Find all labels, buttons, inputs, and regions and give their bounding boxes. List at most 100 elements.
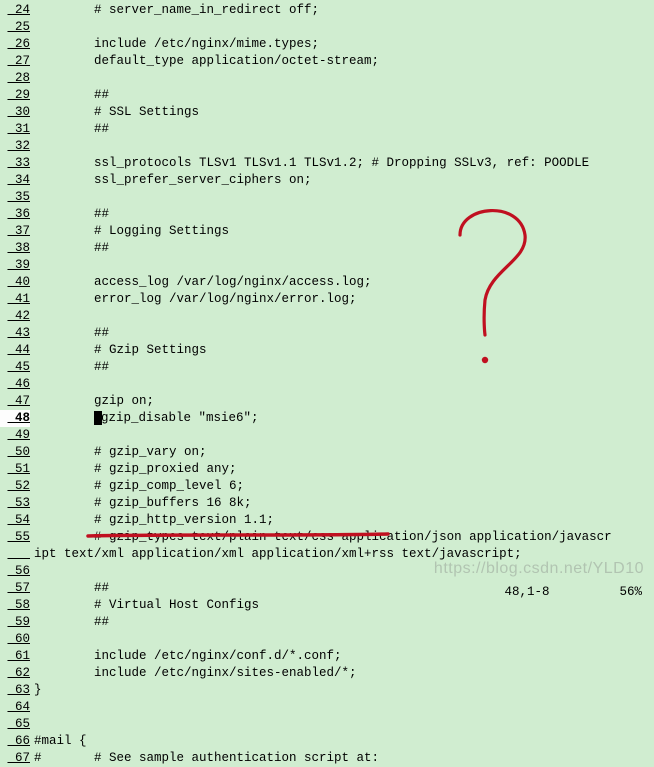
editor-viewport[interactable]: 24 # server_name_in_redirect off; 25 26 … — [0, 0, 654, 767]
code-line[interactable]: 54 # gzip_http_version 1.1; — [0, 512, 654, 529]
code-line[interactable]: 25 — [0, 19, 654, 36]
code-line[interactable]: 31 ## — [0, 121, 654, 138]
line-number: 36 — [0, 206, 30, 223]
code-text: # gzip_comp_level 6; — [34, 478, 654, 495]
line-number: 55 — [0, 529, 30, 546]
code-line[interactable]: 55 # gzip_types text/plain text/css appl… — [0, 529, 654, 546]
line-number: 63 — [0, 682, 30, 699]
code-line[interactable]: 27 default_type application/octet-stream… — [0, 53, 654, 70]
line-number: 54 — [0, 512, 30, 529]
code-line[interactable]: 58 # Virtual Host Configs — [0, 597, 654, 614]
code-text: # server_name_in_redirect off; — [34, 2, 654, 19]
line-number: 46 — [0, 376, 30, 393]
code-line[interactable]: 53 # gzip_buffers 16 8k; — [0, 495, 654, 512]
code-line[interactable]: 46 — [0, 376, 654, 393]
code-line[interactable]: 28 — [0, 70, 654, 87]
code-text: ## — [34, 359, 654, 376]
line-number: 66 — [0, 733, 30, 750]
vim-status-bar: 48,1-8 56% — [504, 585, 654, 599]
line-number: 59 — [0, 614, 30, 631]
code-text: #mail { — [34, 733, 654, 750]
code-line[interactable]: 29 ## — [0, 87, 654, 104]
code-line[interactable]: 34 ssl_prefer_server_ciphers on; — [0, 172, 654, 189]
code-line[interactable]: 38 ## — [0, 240, 654, 257]
code-line[interactable]: 41 error_log /var/log/nginx/error.log; — [0, 291, 654, 308]
line-number: 61 — [0, 648, 30, 665]
line-number: 38 — [0, 240, 30, 257]
code-line[interactable]: 36 ## — [0, 206, 654, 223]
code-text: include /etc/nginx/conf.d/*.conf; — [34, 648, 654, 665]
line-number: 24 — [0, 2, 30, 19]
code-line[interactable]: 24 # server_name_in_redirect off; — [0, 2, 654, 19]
line-number — [0, 546, 30, 563]
code-line[interactable]: 60 — [0, 631, 654, 648]
line-number: 65 — [0, 716, 30, 733]
code-line[interactable]: 51 # gzip_proxied any; — [0, 461, 654, 478]
code-line[interactable]: 50 # gzip_vary on; — [0, 444, 654, 461]
code-line[interactable]: 37 # Logging Settings — [0, 223, 654, 240]
line-number: 49 — [0, 427, 30, 444]
code-line[interactable]: 64 — [0, 699, 654, 716]
code-text — [34, 138, 654, 155]
code-text — [34, 19, 654, 36]
code-text: # SSL Settings — [34, 104, 654, 121]
code-line[interactable]: 52 # gzip_comp_level 6; — [0, 478, 654, 495]
line-number: 26 — [0, 36, 30, 53]
code-line[interactable]: 39 — [0, 257, 654, 274]
line-number: 44 — [0, 342, 30, 359]
code-line[interactable]: 26 include /etc/nginx/mime.types; — [0, 36, 654, 53]
code-line[interactable]: 67# # See sample authentication script a… — [0, 750, 654, 767]
line-number: 33 — [0, 155, 30, 172]
line-number: 28 — [0, 70, 30, 87]
code-line[interactable]: 47 gzip on; — [0, 393, 654, 410]
code-line[interactable]: 63} — [0, 682, 654, 699]
code-text: gzip on; — [34, 393, 654, 410]
line-number: 32 — [0, 138, 30, 155]
code-line[interactable]: 49 — [0, 427, 654, 444]
code-line[interactable]: 30 # SSL Settings — [0, 104, 654, 121]
code-line[interactable]: 33 ssl_protocols TLSv1 TLSv1.1 TLSv1.2; … — [0, 155, 654, 172]
line-number: 25 — [0, 19, 30, 36]
code-text — [34, 189, 654, 206]
code-line[interactable]: 42 — [0, 308, 654, 325]
line-number: 48 — [0, 410, 30, 427]
code-line[interactable]: 45 ## — [0, 359, 654, 376]
code-line[interactable]: 61 include /etc/nginx/conf.d/*.conf; — [0, 648, 654, 665]
code-text: # # See sample authentication script at: — [34, 750, 654, 767]
code-line[interactable]: 40 access_log /var/log/nginx/access.log; — [0, 274, 654, 291]
code-text: ## — [34, 121, 654, 138]
code-text: ## — [34, 240, 654, 257]
code-text: include /etc/nginx/mime.types; — [34, 36, 654, 53]
code-text: # Virtual Host Configs — [34, 597, 654, 614]
code-text: access_log /var/log/nginx/access.log; — [34, 274, 654, 291]
code-text — [34, 376, 654, 393]
code-text: include /etc/nginx/sites-enabled/*; — [34, 665, 654, 682]
code-text: ## — [34, 87, 654, 104]
code-line[interactable]: 43 ## — [0, 325, 654, 342]
code-line[interactable]: 44 # Gzip Settings — [0, 342, 654, 359]
code-line[interactable]: 32 — [0, 138, 654, 155]
code-text: # gzip_proxied any; — [34, 461, 654, 478]
code-text: error_log /var/log/nginx/error.log; — [34, 291, 654, 308]
line-number: 40 — [0, 274, 30, 291]
code-line[interactable]: 59 ## — [0, 614, 654, 631]
line-number: 67 — [0, 750, 30, 767]
code-text: # gzip_buffers 16 8k; — [34, 495, 654, 512]
code-text — [34, 308, 654, 325]
line-number: 51 — [0, 461, 30, 478]
line-number: 50 — [0, 444, 30, 461]
code-text: # Logging Settings — [34, 223, 654, 240]
watermark-text: https://blog.csdn.net/YLD10 — [434, 560, 644, 578]
code-text — [34, 716, 654, 733]
line-number: 62 — [0, 665, 30, 682]
line-number: 56 — [0, 563, 30, 580]
line-number: 52 — [0, 478, 30, 495]
line-number: 42 — [0, 308, 30, 325]
line-number: 41 — [0, 291, 30, 308]
code-text — [34, 70, 654, 87]
code-line[interactable]: 48 gzip_disable "msie6"; — [0, 410, 654, 427]
code-line[interactable]: 35 — [0, 189, 654, 206]
code-line[interactable]: 62 include /etc/nginx/sites-enabled/*; — [0, 665, 654, 682]
code-line[interactable]: 66#mail { — [0, 733, 654, 750]
code-line[interactable]: 65 — [0, 716, 654, 733]
